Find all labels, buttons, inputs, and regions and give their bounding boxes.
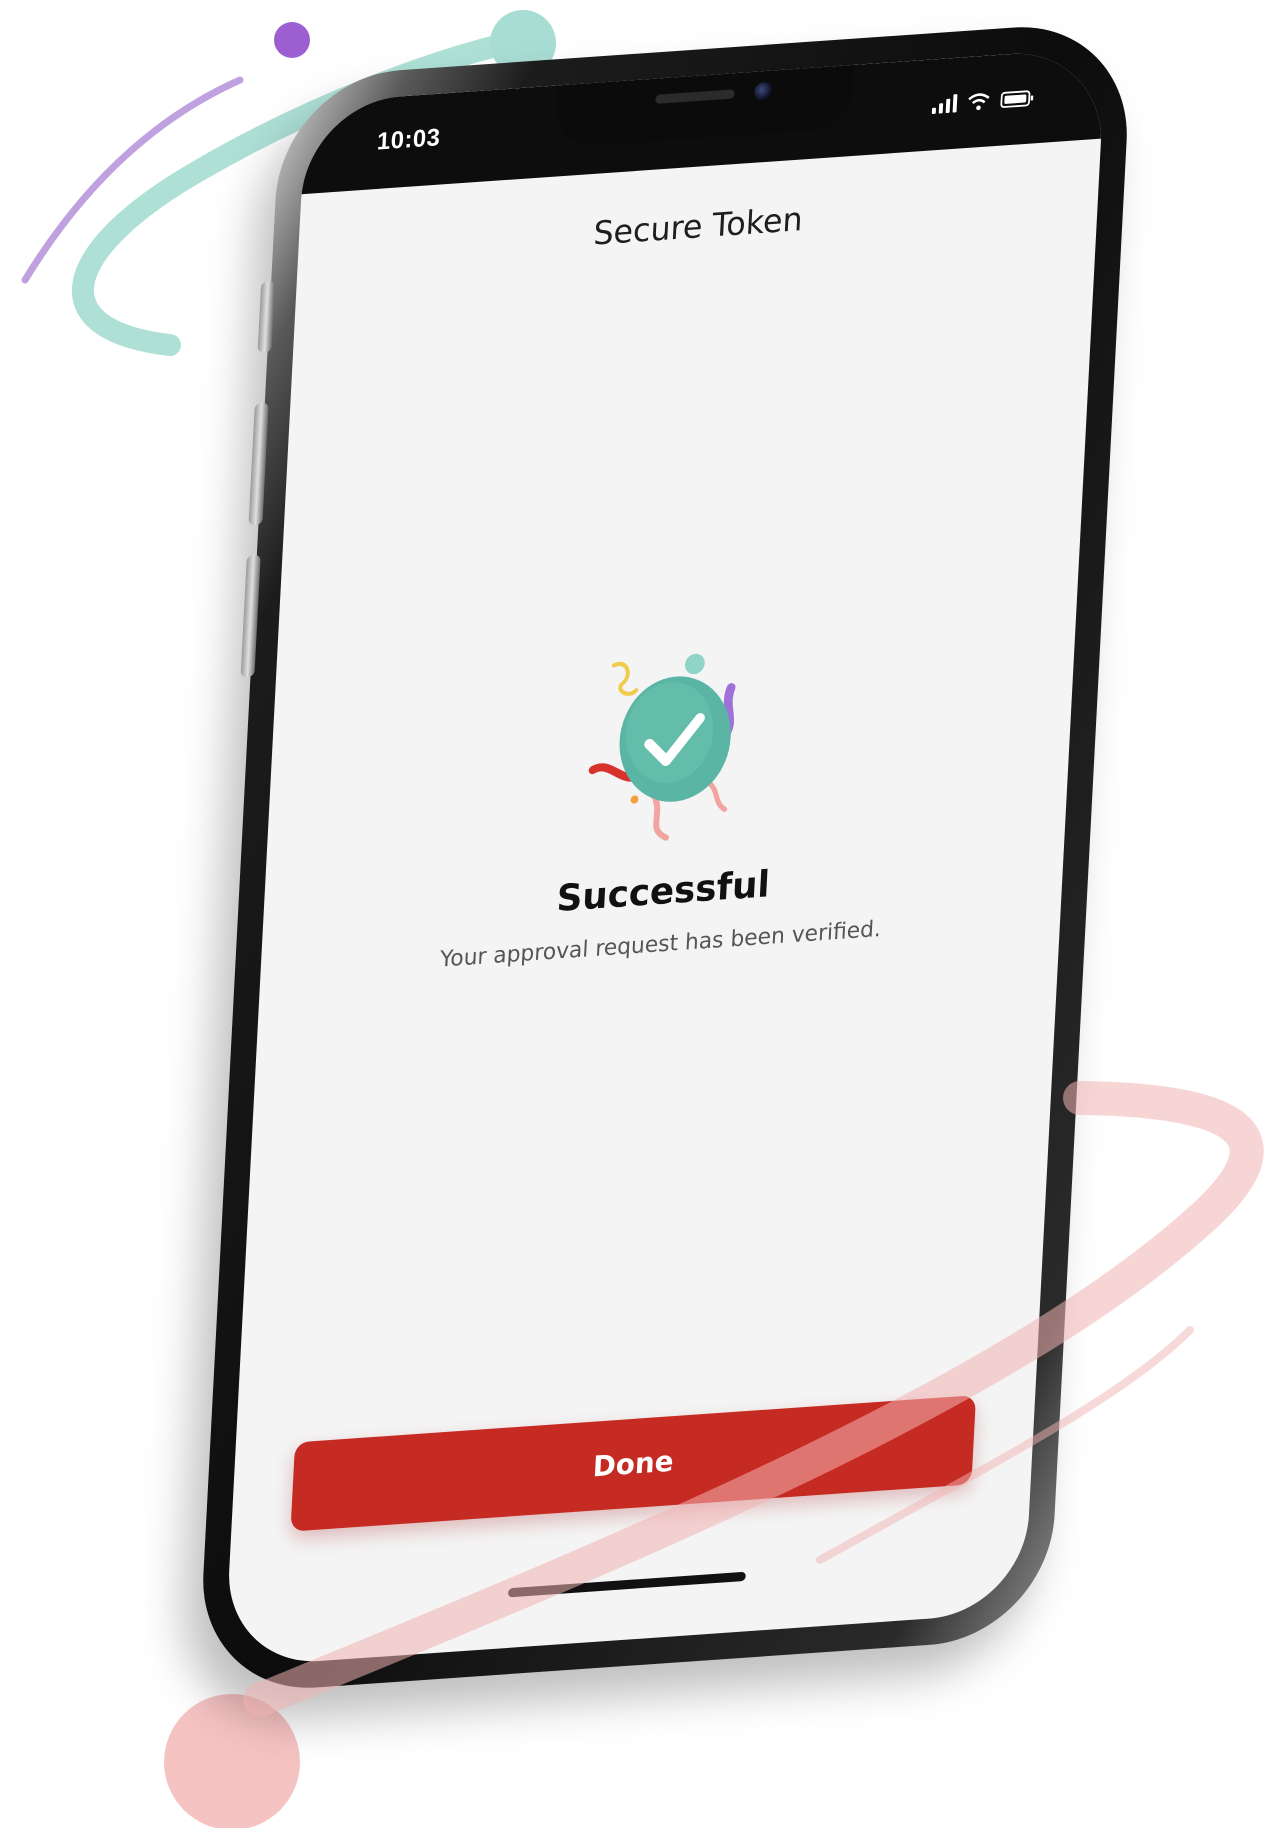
done-button[interactable]: Done — [290, 1395, 977, 1532]
purple-dot — [274, 22, 310, 58]
purple-swoosh — [21, 76, 244, 284]
page-title: Secure Token — [592, 199, 804, 253]
front-camera — [753, 81, 773, 102]
confetti-pink — [651, 793, 670, 841]
confetti-teal-dot — [684, 653, 705, 675]
wifi-icon — [966, 92, 991, 112]
status-icons — [931, 89, 1035, 115]
speaker-grille — [655, 89, 735, 104]
signal-icon — [931, 94, 958, 115]
confetti-pink-2 — [705, 779, 728, 812]
home-indicator[interactable] — [507, 1571, 746, 1598]
phone-screen: 10:03 Secure Token Successful Your appro… — [224, 47, 1106, 1668]
status-time: 10:03 — [376, 123, 442, 156]
battery-icon — [1000, 89, 1035, 110]
confetti-orange-dot — [630, 795, 639, 804]
pink-dot — [164, 1694, 300, 1828]
phone-mockup: 10:03 Secure Token Successful Your appro… — [197, 19, 1133, 1696]
success-checkmark-confetti-icon — [567, 636, 776, 853]
confetti-yellow — [611, 661, 639, 696]
